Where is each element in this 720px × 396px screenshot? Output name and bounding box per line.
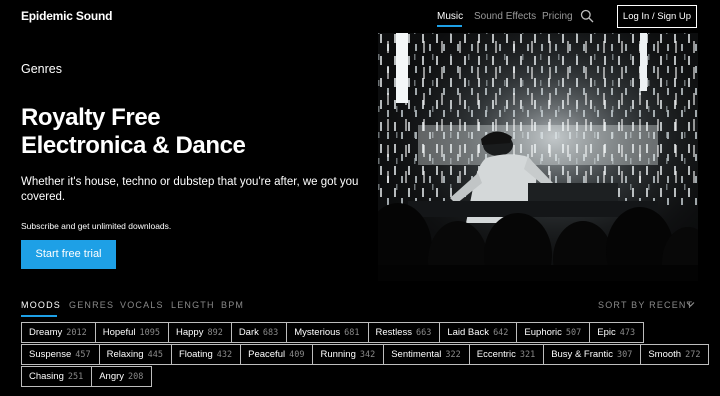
tab-vocals[interactable]: VOCALS — [120, 300, 164, 310]
mood-tag[interactable]: Euphoric 507 — [516, 322, 591, 343]
mood-tag[interactable]: Angry 208 — [91, 366, 153, 387]
tab-moods[interactable]: MOODS — [21, 300, 61, 310]
start-free-trial-button[interactable]: Start free trial — [21, 240, 116, 269]
mood-tag-grid: Dreamy 2012 Hopeful 1095 Happy 892 Dark 683 Myst… — [21, 322, 710, 388]
mood-tag-label: Floating — [178, 349, 213, 360]
mood-tag-label: Running — [320, 349, 356, 360]
mood-tag[interactable]: Sentimental 322 — [383, 344, 470, 365]
mood-tag-label: Sentimental — [391, 349, 442, 360]
mood-tag-count: 208 — [128, 371, 144, 382]
mood-tag[interactable]: Chasing 251 — [21, 366, 93, 387]
mood-tag-count: 507 — [565, 327, 582, 338]
mood-tag-count: 432 — [216, 349, 233, 360]
nav-sound-effects[interactable]: Sound Effects — [474, 11, 536, 22]
page-title: Royalty Free Electronica & Dance — [21, 104, 246, 160]
mood-tag-count: 663 — [415, 327, 432, 338]
mood-tag-count: 321 — [519, 349, 536, 360]
mood-tag-count: 342 — [359, 349, 376, 360]
mood-tag-label: Laid Back — [447, 327, 490, 338]
subscribe-note: Subscribe and get unlimited downloads. — [21, 221, 172, 231]
mood-tag-label: Restless — [375, 327, 412, 338]
mood-tag-row: Dreamy 2012 Hopeful 1095 Happy 892 Dark 683 Myst… — [21, 322, 701, 344]
mood-tag-label: Chasing — [29, 371, 64, 382]
mood-tag-row: Suspense 457 Relaxing 445 Floating 432 Peacefu… — [21, 344, 710, 366]
mood-tag-label: Eccentric — [476, 349, 516, 360]
mood-tag[interactable]: Dark 683 — [230, 322, 288, 343]
mood-tag[interactable]: Mysterious 681 — [286, 322, 369, 343]
chevron-down-icon[interactable] — [686, 301, 695, 308]
mood-tag[interactable]: Busy & Frantic 307 — [543, 344, 642, 365]
site-logo[interactable]: Epidemic Sound — [21, 9, 112, 23]
mood-tag-count: 642 — [493, 327, 509, 338]
mood-tag-label: Happy — [175, 327, 204, 338]
mood-tag-count: 322 — [445, 349, 461, 360]
search-icon[interactable] — [580, 9, 594, 23]
breadcrumb-genres[interactable]: Genres — [21, 62, 62, 76]
mood-tag-label: Smooth — [648, 349, 682, 360]
mood-tag-count: 272 — [685, 349, 701, 360]
mood-tag-count: 473 — [619, 327, 636, 338]
mood-tag-label: Euphoric — [524, 327, 562, 338]
mood-tag[interactable]: Eccentric 321 — [468, 344, 545, 365]
mood-tag[interactable]: Floating 432 — [170, 344, 242, 365]
mood-tag-label: Suspense — [29, 349, 72, 360]
login-signup-button[interactable]: Log In / Sign Up — [617, 5, 697, 28]
mood-tag-count: 409 — [289, 349, 305, 360]
hero-dj-photo — [378, 33, 698, 281]
mood-tag[interactable]: Restless 663 — [367, 322, 441, 343]
mood-tag[interactable]: Hopeful 1095 — [94, 322, 169, 343]
tab-genres[interactable]: GENRES — [69, 300, 114, 310]
nav-music[interactable]: Music — [437, 11, 463, 22]
mood-tag-label: Dark — [238, 327, 259, 338]
mood-tag-label: Hopeful — [102, 327, 136, 338]
tab-length[interactable]: LENGTH — [171, 300, 215, 310]
mood-tag[interactable]: Laid Back 642 — [439, 322, 518, 343]
mood-tag-count: 457 — [75, 349, 91, 360]
mood-tag[interactable]: Running 342 — [312, 344, 385, 365]
mood-tag[interactable]: Smooth 272 — [640, 344, 710, 365]
mood-tag-count: 683 — [262, 327, 279, 338]
mood-tag-count: 892 — [207, 327, 223, 338]
mood-tag-count: 307 — [616, 349, 633, 360]
mood-tag[interactable]: Happy 892 — [167, 322, 232, 343]
mood-tag[interactable]: Relaxing 445 — [98, 344, 172, 365]
mood-tag-count: 681 — [344, 327, 360, 338]
mood-tag-label: Relaxing — [106, 349, 144, 360]
mood-tag-label: Busy & Frantic — [551, 349, 613, 360]
mood-tag[interactable]: Peaceful 409 — [240, 344, 314, 365]
mood-tag[interactable]: Suspense 457 — [21, 344, 100, 365]
tab-bpm[interactable]: BPM — [221, 300, 244, 310]
mood-tag-label: Epic — [597, 327, 616, 338]
page-title-line-1: Royalty Free — [21, 104, 161, 131]
mood-tag-row: Chasing 251 Angry 208 — [21, 366, 701, 388]
sort-dropdown[interactable]: SORT BY RECENT — [598, 300, 693, 310]
genre-description: Whether it's house, techno or dubstep th… — [21, 176, 359, 203]
mood-tag-count: 2012 — [66, 327, 87, 338]
tab-active-indicator — [21, 315, 57, 317]
mood-tag-count: 445 — [147, 349, 163, 360]
mood-tag-label: Peaceful — [248, 349, 286, 360]
nav-pricing[interactable]: Pricing — [542, 11, 573, 22]
mood-tag-label: Angry — [99, 371, 125, 382]
top-nav-bar: Epidemic Sound Music Sound Effects Prici… — [0, 0, 720, 34]
mood-tag-count: 1095 — [139, 327, 160, 338]
page-title-line-2: Electronica & Dance — [21, 132, 246, 159]
mood-tag[interactable]: Dreamy 2012 — [21, 322, 96, 343]
nav-active-indicator — [437, 25, 462, 27]
mood-tag[interactable]: Epic 473 — [589, 322, 645, 343]
mood-tag-count: 251 — [67, 371, 84, 382]
mood-tag-label: Mysterious — [294, 327, 341, 338]
mood-tag-label: Dreamy — [29, 327, 63, 338]
